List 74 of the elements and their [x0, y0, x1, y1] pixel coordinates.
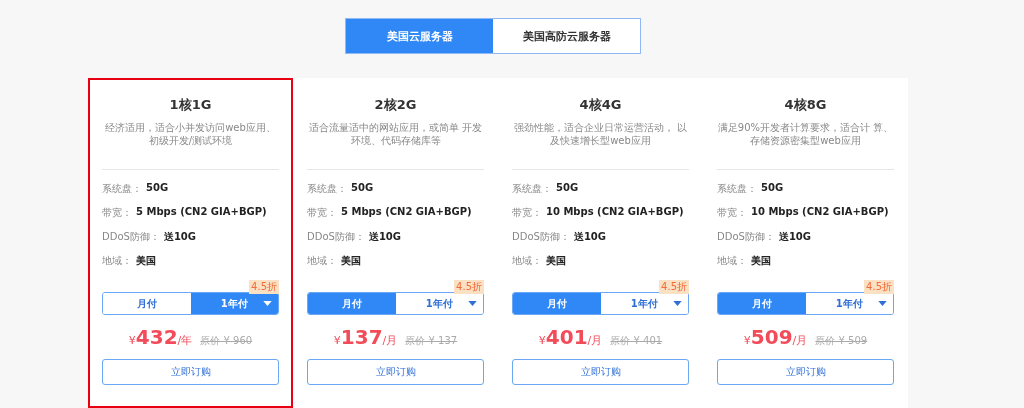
price-amount: 432	[135, 325, 178, 349]
currency-sign: ¥	[333, 334, 341, 347]
original-price: 原价 ¥ 509	[815, 334, 868, 348]
spec-label: 地域：	[512, 254, 542, 268]
tab[interactable]: 美国高防云服务器	[493, 19, 640, 53]
spec-value: 送10G	[573, 230, 606, 244]
price-period: /月	[587, 334, 603, 348]
plan-description: 强劲性能，适合企业日常运营活动， 以及快速增长型web应用	[512, 121, 689, 148]
order-button[interactable]: 立即订购	[102, 359, 279, 385]
spec-label: 地域：	[307, 254, 337, 268]
original-price: 原价 ¥ 137	[405, 334, 458, 348]
price-period: /月	[382, 334, 398, 348]
plan-title: 1核1G	[168, 96, 213, 114]
discount-badge: 4.5折	[659, 280, 689, 294]
spec-label: DDoS防御：	[102, 230, 160, 244]
spec-value: 送10G	[368, 230, 401, 244]
spec-label: 系统盘：	[512, 182, 552, 196]
original-price: 原价 ¥ 960	[200, 334, 253, 348]
price-period: /月	[792, 334, 808, 348]
currency-sign: ¥	[538, 334, 546, 347]
spec-value: 50G	[351, 182, 374, 193]
spec-label: 系统盘：	[717, 182, 757, 196]
billing-option[interactable]: 月付	[308, 293, 396, 314]
spec-value: 送10G	[163, 230, 196, 244]
caret-icon	[673, 301, 682, 306]
spec-value: 10 Mbps (CN2 GIA+BGP)	[751, 206, 889, 217]
spec-label: 系统盘：	[102, 182, 142, 196]
plan-description: 满足90%开发者计算要求，适合计 算、存储资源密集型web应用	[717, 121, 894, 148]
spec-value: 50G	[146, 182, 169, 193]
spec-value: 送10G	[778, 230, 811, 244]
billing-option[interactable]: 月付	[513, 293, 601, 314]
spec-value: 50G	[556, 182, 579, 193]
currency-sign: ¥	[743, 334, 751, 347]
currency-sign: ¥	[128, 334, 136, 347]
order-button[interactable]: 立即订购	[307, 359, 484, 385]
spec-value: 50G	[761, 182, 784, 193]
spec-label: DDoS防御：	[307, 230, 365, 244]
plan-description: 适合流量适中的网站应用，或简单 开发环境、代码存储库等	[307, 121, 484, 148]
billing-option[interactable]: 月付	[718, 293, 806, 314]
spec-label: 带宽：	[307, 206, 337, 220]
caret-icon	[878, 301, 887, 306]
spec-label: 带宽：	[102, 206, 132, 220]
order-button[interactable]: 立即订购	[512, 359, 689, 385]
plan-title: 2核2G	[373, 96, 418, 114]
plan-description: 经济适用，适合小并发访问web应用、初级开发/测试环境	[104, 121, 277, 148]
price-amount: 401	[545, 325, 588, 349]
spec-label: 带宽：	[512, 206, 542, 220]
spec-value: 10 Mbps (CN2 GIA+BGP)	[546, 206, 684, 217]
spec-value: 美国	[546, 254, 566, 268]
caret-icon	[263, 301, 272, 306]
order-button[interactable]: 立即订购	[717, 359, 894, 385]
discount-badge: 4.5折	[249, 280, 279, 294]
spec-label: DDoS防御：	[717, 230, 775, 244]
spec-label: 系统盘：	[307, 182, 347, 196]
spec-value: 5 Mbps (CN2 GIA+BGP)	[136, 206, 267, 217]
spec-label: 地域：	[717, 254, 747, 268]
spec-label: DDoS防御：	[512, 230, 570, 244]
plan-title: 4核4G	[578, 96, 623, 114]
price-amount: 509	[750, 325, 793, 349]
spec-value: 美国	[341, 254, 361, 268]
discount-badge: 4.5折	[864, 280, 894, 294]
tab[interactable]: 美国云服务器	[346, 19, 493, 53]
spec-label: 地域：	[102, 254, 132, 268]
spec-value: 5 Mbps (CN2 GIA+BGP)	[341, 206, 472, 217]
original-price: 原价 ¥ 401	[610, 334, 663, 348]
price-amount: 137	[340, 325, 383, 349]
discount-badge: 4.5折	[454, 280, 484, 294]
spec-value: 美国	[136, 254, 156, 268]
billing-option[interactable]: 1年付	[190, 293, 278, 314]
spec-value: 美国	[751, 254, 771, 268]
price-period: /年	[177, 334, 193, 348]
spec-label: 带宽：	[717, 206, 747, 220]
plan-title: 4核8G	[783, 96, 828, 114]
caret-icon	[468, 301, 477, 306]
